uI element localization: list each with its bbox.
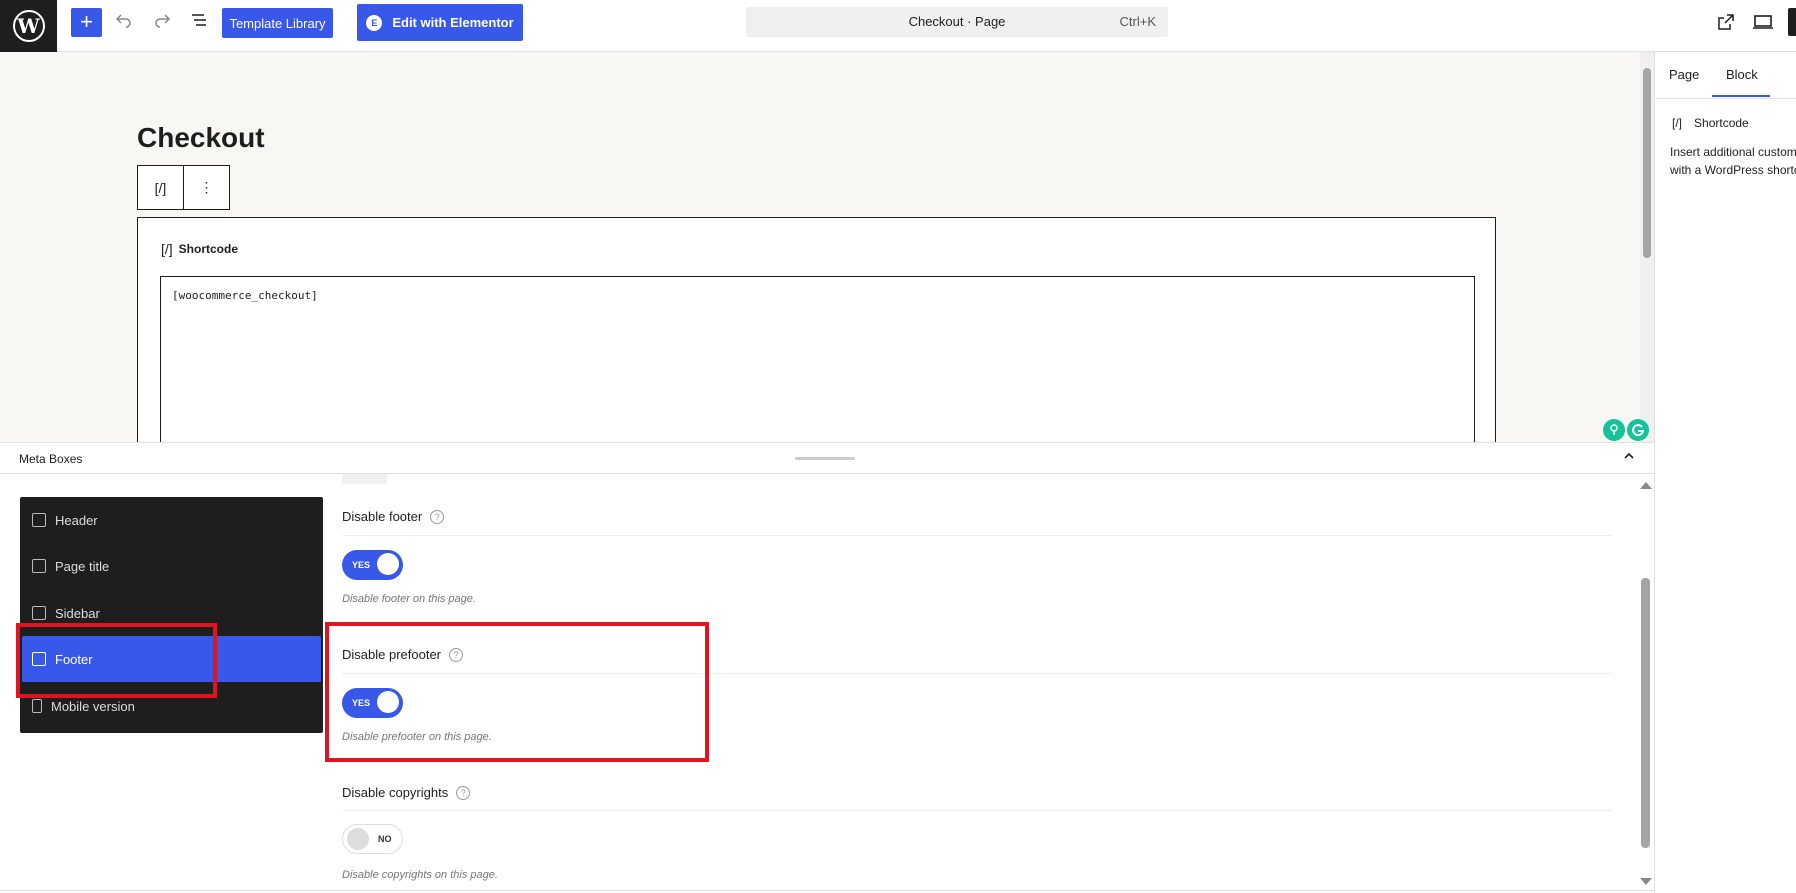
field-description: Disable copyrights on this page. — [342, 869, 498, 881]
editor-canvas: Checkout [/] ⋮ [/] Shortcode [woocommerc… — [0, 52, 1640, 442]
undo-icon[interactable] — [112, 10, 136, 34]
canvas-scroll-thumb[interactable] — [1643, 68, 1651, 258]
highlight-box-footer-nav — [16, 623, 217, 698]
field-divider — [342, 535, 1612, 536]
wordpress-logo-button[interactable]: W — [0, 0, 57, 52]
disable-footer-toggle[interactable]: YES — [342, 550, 403, 580]
meta-scroll-thumb[interactable] — [1641, 578, 1650, 848]
template-library-button[interactable]: Template Library — [222, 8, 333, 38]
sidebar-divider — [1655, 98, 1796, 99]
shortcode-block-label: [/] Shortcode — [161, 241, 238, 257]
command-palette-bar[interactable]: Checkout · Page Ctrl+K — [746, 7, 1168, 37]
shortcode-block[interactable]: [/] Shortcode [woocommerce_checkout] — [137, 217, 1496, 442]
elementor-icon: E — [366, 14, 383, 31]
resize-handle[interactable] — [795, 457, 855, 460]
list-view-icon[interactable] — [187, 10, 211, 34]
bottom-divider — [0, 890, 1654, 891]
nav-item-header[interactable]: Header — [22, 497, 321, 543]
active-tab-indicator — [1712, 95, 1770, 97]
block-name: Shortcode — [1694, 116, 1749, 130]
toggle-label: YES — [352, 560, 371, 570]
page-title-icon — [32, 559, 46, 573]
nav-item-label: Mobile version — [51, 698, 135, 714]
settings-toggle-edge[interactable] — [1788, 8, 1796, 36]
header-icon — [32, 513, 46, 527]
shortcode-input[interactable]: [woocommerce_checkout] — [160, 276, 1475, 442]
help-icon[interactable]: ? — [430, 509, 445, 524]
edit-with-elementor-button[interactable]: E Edit with Elementor — [357, 4, 523, 41]
disable-copyrights-toggle[interactable]: NO — [342, 824, 403, 854]
field-divider — [342, 810, 1612, 811]
field-title-text: Disable footer — [342, 509, 423, 524]
help-icon[interactable]: ? — [456, 785, 471, 800]
block-toolbar: [/] ⋮ — [137, 165, 230, 210]
field-description: Disable footer on this page. — [342, 593, 476, 605]
shortcode-icon: [/] — [161, 241, 173, 257]
shortcode-icon: [/] — [1672, 116, 1683, 130]
field-title-disable-copyrights: Disable copyrights ? — [342, 785, 471, 800]
scroll-down-arrow-icon[interactable] — [1640, 878, 1652, 885]
sidebar-icon — [32, 606, 46, 620]
grammarly-hint-icon[interactable] — [1603, 419, 1625, 441]
meta-boxes-body: Header Page title Sidebar Footer Mobile … — [0, 474, 1654, 893]
more-options-icon[interactable]: ⋮ — [183, 166, 229, 209]
previous-field-stub — [342, 474, 387, 484]
elementor-label: Edit with Elementor — [392, 15, 514, 30]
mobile-icon — [32, 699, 42, 713]
nav-item-label: Sidebar — [55, 605, 100, 621]
field-title-text: Disable copyrights — [342, 785, 449, 800]
tab-block[interactable]: Block — [1726, 67, 1758, 82]
nav-item-page-title[interactable]: Page title — [22, 543, 321, 589]
canvas-scrollbar[interactable] — [1640, 52, 1654, 442]
nav-item-label: Page title — [55, 558, 110, 574]
tab-page[interactable]: Page — [1669, 67, 1699, 82]
meta-boxes-header[interactable]: Meta Boxes — [0, 442, 1654, 474]
view-page-icon[interactable] — [1716, 12, 1738, 34]
nav-item-label: Header — [55, 512, 98, 528]
toggle-knob — [377, 553, 399, 575]
shortcode-label-text: Shortcode — [178, 242, 239, 256]
preview-device-icon[interactable] — [1752, 12, 1774, 34]
add-block-button[interactable]: + — [71, 8, 102, 37]
chevron-up-icon[interactable] — [1623, 449, 1635, 465]
scroll-up-arrow-icon[interactable] — [1640, 482, 1652, 489]
field-title-disable-footer: Disable footer ? — [342, 509, 445, 524]
toggle-knob — [347, 828, 369, 850]
block-card-title: [/] Shortcode — [1672, 116, 1749, 130]
meta-boxes-title: Meta Boxes — [19, 452, 83, 466]
highlight-box-prefooter — [325, 622, 709, 762]
redo-icon[interactable] — [150, 10, 174, 34]
block-description: Insert additional custom elements with a… — [1670, 145, 1796, 177]
settings-sidebar: Page Block [/] Shortcode Insert addition… — [1654, 52, 1796, 893]
page-title[interactable]: Checkout — [137, 122, 265, 154]
grammarly-icon[interactable] — [1627, 419, 1649, 441]
toggle-label: NO — [378, 834, 392, 844]
meta-boxes-scrollbar[interactable] — [1638, 474, 1654, 889]
shortcode-block-icon[interactable]: [/] — [138, 166, 183, 209]
command-shortcut: Ctrl+K — [1119, 14, 1156, 29]
editor-toolbar: W + Template Library E Edit with Element… — [0, 0, 1796, 52]
document-title: Checkout · Page — [908, 14, 1006, 29]
wordpress-icon: W — [12, 10, 45, 42]
